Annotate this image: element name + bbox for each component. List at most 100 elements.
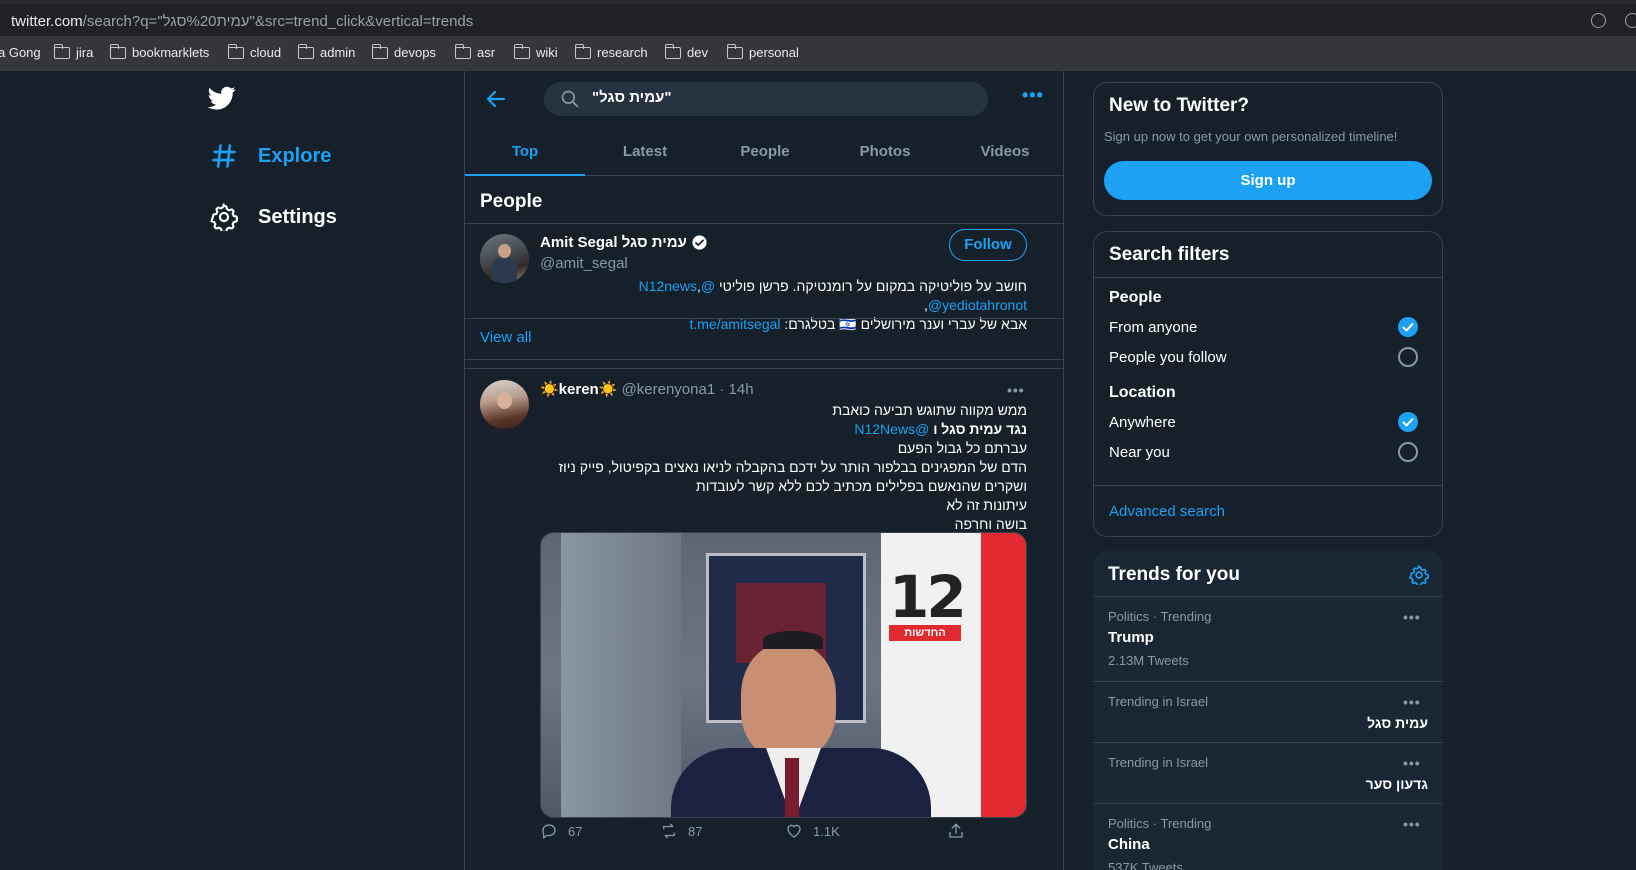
trend-name: עמית סגל xyxy=(1367,715,1428,731)
trend-more-icon[interactable]: ••• xyxy=(1403,694,1421,710)
radio-unchecked-icon[interactable] xyxy=(1398,347,1418,367)
bookmark-label: asr xyxy=(477,45,496,60)
bookmark-research[interactable]: research xyxy=(574,43,648,60)
bookmark-label: research xyxy=(597,45,648,60)
tweet-author-name[interactable]: ☀️keren☀️ xyxy=(540,381,617,398)
trend-name: גדעון סער xyxy=(1365,776,1428,792)
settings-gear-icon[interactable] xyxy=(1409,565,1429,585)
bookmark-cloud[interactable]: cloud xyxy=(227,43,281,60)
url-host: twitter.com xyxy=(11,13,83,30)
trend-item[interactable]: Politics · Trending ••• Trump 2.13M Twee… xyxy=(1093,596,1443,681)
trend-name: China xyxy=(1108,836,1150,853)
retweet-count: 87 xyxy=(688,823,703,839)
url-text[interactable]: twitter.com/search?q="עמית%20סגל"&src=tr… xyxy=(11,13,473,30)
trend-count: 2.13M Tweets xyxy=(1108,653,1189,668)
trend-context: Trending in Israel xyxy=(1108,694,1208,709)
bio-mention-yediotahronot[interactable]: @yediotahronot xyxy=(928,297,1027,313)
trend-item[interactable]: Politics · Trending ••• China 537K Tweet… xyxy=(1093,803,1443,870)
tweet-line: עיתונות זה לא xyxy=(946,497,1027,513)
signup-button-label: Sign up xyxy=(1240,172,1296,189)
channel-logo: 12 xyxy=(889,563,967,631)
filter-option-label: Near you xyxy=(1109,444,1170,461)
filter-people-you-follow[interactable]: People you follow xyxy=(1094,342,1442,372)
view-all-link[interactable]: View all xyxy=(480,329,531,346)
tab-people[interactable]: People xyxy=(705,127,825,175)
trends-title: Trends for you xyxy=(1108,564,1240,585)
filter-anywhere[interactable]: Anywhere xyxy=(1094,407,1442,437)
like-button[interactable]: 1.1K xyxy=(785,822,840,840)
trend-more-icon[interactable]: ••• xyxy=(1403,755,1421,771)
tab-top[interactable]: Top xyxy=(465,127,585,176)
tweet-line: עברתם כל גבול הפעם xyxy=(897,440,1027,456)
avatar[interactable] xyxy=(480,234,529,283)
trends-card: Trends for you Politics · Trending ••• T… xyxy=(1093,551,1443,870)
nav-explore[interactable]: Explore xyxy=(210,142,331,170)
bookmark-gong[interactable]: a Gong xyxy=(0,45,41,60)
more-options-icon[interactable]: ••• xyxy=(1022,85,1044,106)
radio-unchecked-icon[interactable] xyxy=(1398,442,1418,462)
tab-latest[interactable]: Latest xyxy=(585,127,705,175)
advanced-search-link[interactable]: Advanced search xyxy=(1109,503,1225,520)
user-name[interactable]: Amit Segal עמית סגל xyxy=(540,234,687,251)
follow-button[interactable]: Follow xyxy=(949,229,1027,261)
back-arrow-icon[interactable] xyxy=(484,87,508,111)
search-box[interactable] xyxy=(544,82,988,116)
tweet-time[interactable]: 14h xyxy=(729,381,754,398)
filter-location-heading: Location xyxy=(1109,384,1176,401)
bookmark-devops[interactable]: devops xyxy=(371,43,436,60)
radio-checked-icon[interactable] xyxy=(1398,412,1418,432)
bookmark-wiki[interactable]: wiki xyxy=(513,43,558,60)
trend-item[interactable]: Trending in Israel ••• עמית סגל xyxy=(1093,681,1443,742)
search-results-column: ••• Top Latest People Photos Videos Peop… xyxy=(464,71,1064,870)
twitter-bird-icon[interactable] xyxy=(207,84,239,112)
tweet-mention[interactable]: @N12News xyxy=(854,421,929,437)
people-heading: People xyxy=(480,191,543,212)
filter-option-label: Anywhere xyxy=(1109,414,1176,431)
tweet-avatar[interactable] xyxy=(480,380,529,429)
profile-icon[interactable] xyxy=(1625,13,1636,28)
tweet-author-handle[interactable]: @kerenyona1 xyxy=(622,381,716,398)
filter-near-you[interactable]: Near you xyxy=(1094,437,1442,467)
tweet-more-icon[interactable]: ••• xyxy=(1007,382,1025,398)
trend-more-icon[interactable]: ••• xyxy=(1403,609,1421,625)
radio-checked-icon[interactable] xyxy=(1398,317,1418,337)
reply-icon xyxy=(542,824,556,840)
bookmark-personal[interactable]: personal xyxy=(726,43,799,60)
signup-button[interactable]: Sign up xyxy=(1104,161,1432,200)
bookmark-asr[interactable]: asr xyxy=(454,43,496,60)
bookmark-label: a Gong xyxy=(0,45,41,60)
tweet-text: ממש מקווה שתוגש תביעה כואבת נגד עמית סגל… xyxy=(540,401,1027,534)
bookmark-admin[interactable]: admin xyxy=(297,43,355,60)
nav-settings[interactable]: Settings xyxy=(210,203,337,231)
tab-videos[interactable]: Videos xyxy=(945,127,1063,175)
reply-button[interactable]: 67 xyxy=(540,822,582,840)
heart-icon xyxy=(787,824,801,838)
bio-mention-n12news[interactable]: @N12news xyxy=(639,278,715,294)
share-button[interactable] xyxy=(947,822,965,845)
search-input[interactable] xyxy=(592,89,972,106)
reply-count: 67 xyxy=(568,823,583,839)
bookmark-label: jira xyxy=(76,45,94,60)
search-filters-card: Search filters People From anyone People… xyxy=(1093,231,1443,537)
filters-title: Search filters xyxy=(1109,244,1230,265)
trend-item[interactable]: Trending in Israel ••• גדעון סער xyxy=(1093,742,1443,803)
nav-explore-label: Explore xyxy=(258,144,332,167)
user-handle[interactable]: @amit_segal xyxy=(540,255,628,272)
bookmark-bookmarklets[interactable]: bookmarklets xyxy=(109,43,209,60)
section-separator xyxy=(465,359,1063,369)
retweet-button[interactable]: 87 xyxy=(660,822,702,840)
tab-photos[interactable]: Photos xyxy=(825,127,945,175)
signup-text: Sign up now to get your own personalized… xyxy=(1104,129,1398,144)
folder-icon xyxy=(726,43,743,59)
bookmark-jira[interactable]: jira xyxy=(53,43,94,60)
tweet-image[interactable]: 12 החדשות xyxy=(540,532,1027,818)
folder-icon xyxy=(664,43,681,59)
tweet[interactable]: ☀️keren☀️ @kerenyona1 · 14h ••• ממש מקוו… xyxy=(465,370,1063,870)
bookmark-label: wiki xyxy=(536,45,558,60)
filter-from-anyone[interactable]: From anyone xyxy=(1094,312,1442,342)
add-extension-icon[interactable] xyxy=(1591,13,1606,28)
bookmark-dev[interactable]: dev xyxy=(664,43,708,60)
browser-address-bar[interactable]: twitter.com/search?q="עמית%20סגל"&src=tr… xyxy=(0,0,1636,36)
user-cell[interactable]: Amit Segal עמית סגל @amit_segal Follow ח… xyxy=(465,224,1063,332)
trend-more-icon[interactable]: ••• xyxy=(1403,816,1421,832)
